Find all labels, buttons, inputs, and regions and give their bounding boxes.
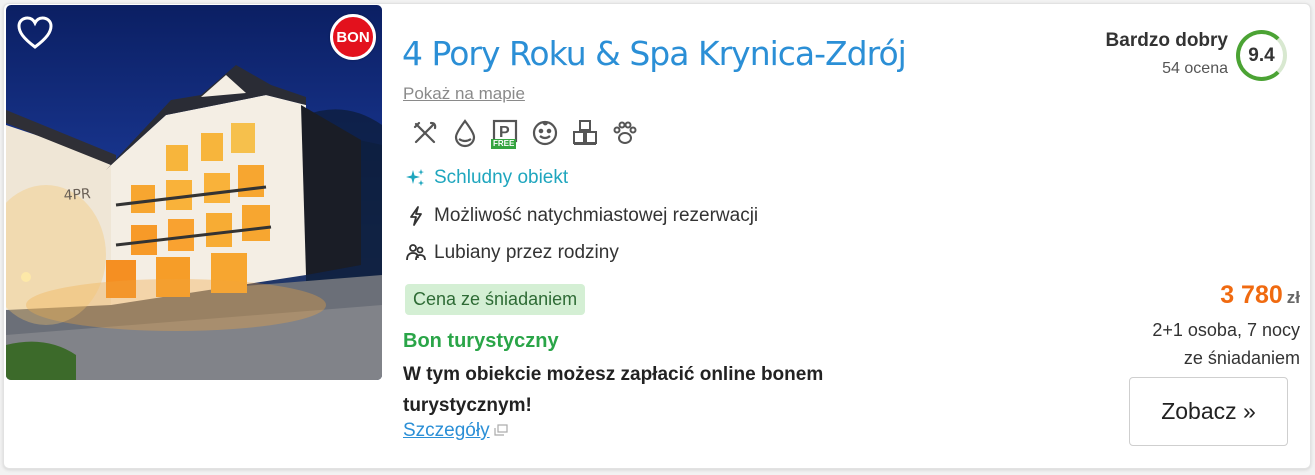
details-link-label[interactable]: Szczegóły	[403, 420, 490, 442]
instant-booking-label: Możliwość natychmiastowej rezerwacji	[434, 205, 759, 226]
amenities-row: P FREE	[410, 118, 640, 150]
spa-icon	[450, 118, 480, 150]
details-link[interactable]: Szczegóły	[403, 420, 508, 442]
family-friendly-label: Lubiany przez rodziny	[434, 242, 619, 263]
bon-turystyczny-description: W tym obiekcie możesz zapłacić online bo…	[403, 364, 824, 416]
clean-property-feature: Schludny obiekt	[405, 167, 568, 189]
instant-booking-feature: Możliwość natychmiastowej rezerwacji	[405, 205, 758, 227]
hotel-building-illustration: 4PR	[6, 65, 382, 380]
pets-icon	[610, 118, 640, 150]
family-icon	[405, 242, 427, 264]
hotel-photo[interactable]: 4PR BON	[6, 5, 382, 380]
hotel-title[interactable]: 4 Pory Roku & Spa Krynica-Zdrój	[402, 34, 907, 73]
price-currency: zł	[1286, 288, 1300, 307]
kids-icon	[530, 118, 560, 150]
external-window-icon	[494, 420, 508, 442]
restaurant-icon	[410, 118, 440, 150]
playroom-icon	[570, 118, 600, 150]
hotel-card: 4PR BON 4 Pory Roku & Spa Krynica-Zdrój …	[3, 3, 1311, 469]
free-parking-icon: P FREE	[490, 118, 520, 150]
clean-property-label: Schludny obiekt	[434, 167, 569, 188]
photo-building-logo: 4PR	[63, 186, 91, 204]
price: 3 780 zł	[1220, 281, 1300, 310]
breakfast-included-badge: Cena ze śniadaniem	[405, 284, 586, 315]
price-details: 2+1 osoba, 7 nocy ze śniadaniem	[1152, 316, 1300, 372]
price-board: ze śniadaniem	[1183, 348, 1300, 368]
price-amount: 3 780	[1220, 281, 1283, 309]
view-offer-button[interactable]: Zobacz »	[1129, 377, 1288, 446]
rating-score-badge: 9.4	[1236, 30, 1287, 81]
family-friendly-feature: Lubiany przez rodziny	[405, 242, 619, 264]
rating-count: 54 ocena	[1162, 60, 1228, 77]
lightning-icon	[405, 205, 427, 227]
sparkle-icon	[405, 167, 427, 189]
show-on-map-link[interactable]: Pokaż na mapie	[403, 84, 525, 104]
favorite-heart-icon[interactable]	[16, 15, 54, 51]
price-guests-nights: 2+1 osoba, 7 nocy	[1152, 320, 1300, 340]
bon-badge: BON	[330, 14, 376, 60]
rating-label: Bardzo dobry	[1105, 30, 1228, 51]
bon-turystyczny-title: Bon turystyczny	[403, 330, 559, 352]
free-tag: FREE	[491, 139, 517, 149]
